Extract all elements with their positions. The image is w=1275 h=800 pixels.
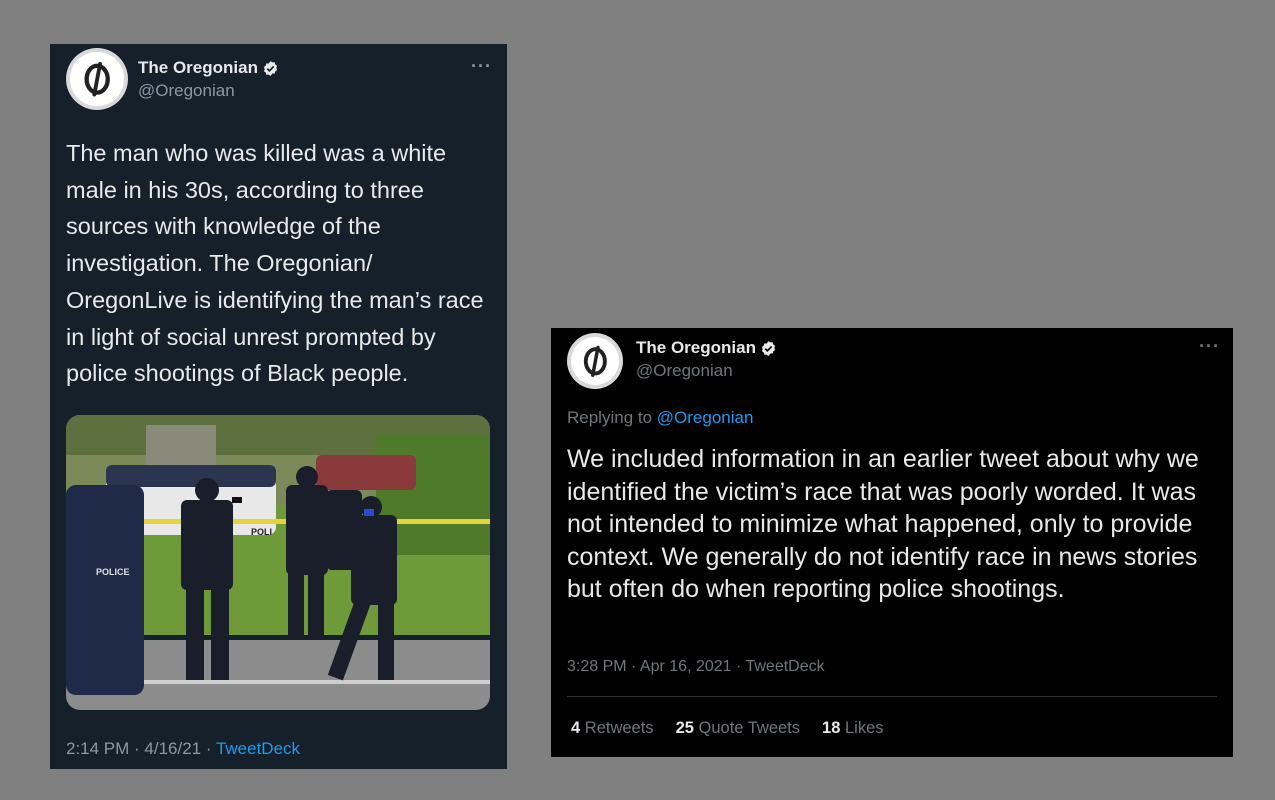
- tweet-text: We included information in an earlier tw…: [567, 445, 1199, 603]
- retweets-stat[interactable]: 4 Retweets: [571, 719, 654, 738]
- oregonian-logo-icon: [84, 61, 110, 97]
- quote-tweets-stat[interactable]: 25 Quote Tweets: [676, 719, 800, 738]
- verified-badge-icon: [263, 60, 278, 76]
- tweet-text: The man who was killed was a white male …: [66, 140, 484, 387]
- tweet-photo[interactable]: POLICE POLI: [66, 415, 490, 710]
- police-tape-label: POLI: [251, 527, 272, 537]
- police-scene-photo: POLICE POLI: [66, 415, 490, 710]
- tweet-stats: 4 Retweets 25 Quote Tweets 18 Likes: [571, 719, 884, 738]
- police-car-label: POLICE: [96, 567, 130, 577]
- author-name-text: The Oregonian: [636, 338, 756, 357]
- likes-count: 18: [822, 719, 841, 737]
- divider: [567, 696, 1217, 697]
- replying-to-link[interactable]: @Oregonian: [657, 408, 754, 427]
- verified-badge-icon: [761, 340, 776, 356]
- quote-tweets-count: 25: [675, 719, 694, 737]
- oregonian-logo-icon: [583, 345, 607, 377]
- likes-stat[interactable]: 18 Likes: [822, 719, 883, 738]
- retweets-count: 4: [571, 719, 581, 737]
- likes-label: Likes: [844, 719, 884, 737]
- tweet-card-reply: The Oregonian @Oregonian ··· Replying to…: [551, 328, 1233, 757]
- tweet-timestamp: 2:14 PM · 4/16/21 · TweetDeck: [66, 739, 300, 759]
- author-name-text: The Oregonian: [138, 58, 258, 77]
- tweet-time: 2:14 PM · 4/16/21 ·: [66, 739, 216, 758]
- more-options-icon[interactable]: ···: [1199, 336, 1220, 357]
- more-options-icon[interactable]: ···: [471, 56, 492, 77]
- replying-to: Replying to @Oregonian: [567, 408, 753, 428]
- tweet-card-original: The Oregonian @Oregonian ··· The man who…: [50, 44, 507, 769]
- author-name[interactable]: The Oregonian: [636, 338, 777, 358]
- avatar[interactable]: [66, 48, 128, 110]
- tweet-source-link[interactable]: TweetDeck: [216, 739, 300, 758]
- retweets-label: Retweets: [584, 719, 654, 737]
- quote-tweets-label: Quote Tweets: [698, 719, 801, 737]
- author-handle[interactable]: @Oregonian: [636, 361, 733, 381]
- avatar[interactable]: [567, 333, 623, 389]
- author-handle[interactable]: @Oregonian: [138, 81, 235, 101]
- replying-to-prefix: Replying to: [567, 408, 657, 427]
- author-name[interactable]: The Oregonian: [138, 58, 279, 78]
- tweet-timestamp: 3:28 PM · Apr 16, 2021 · TweetDeck: [567, 658, 825, 675]
